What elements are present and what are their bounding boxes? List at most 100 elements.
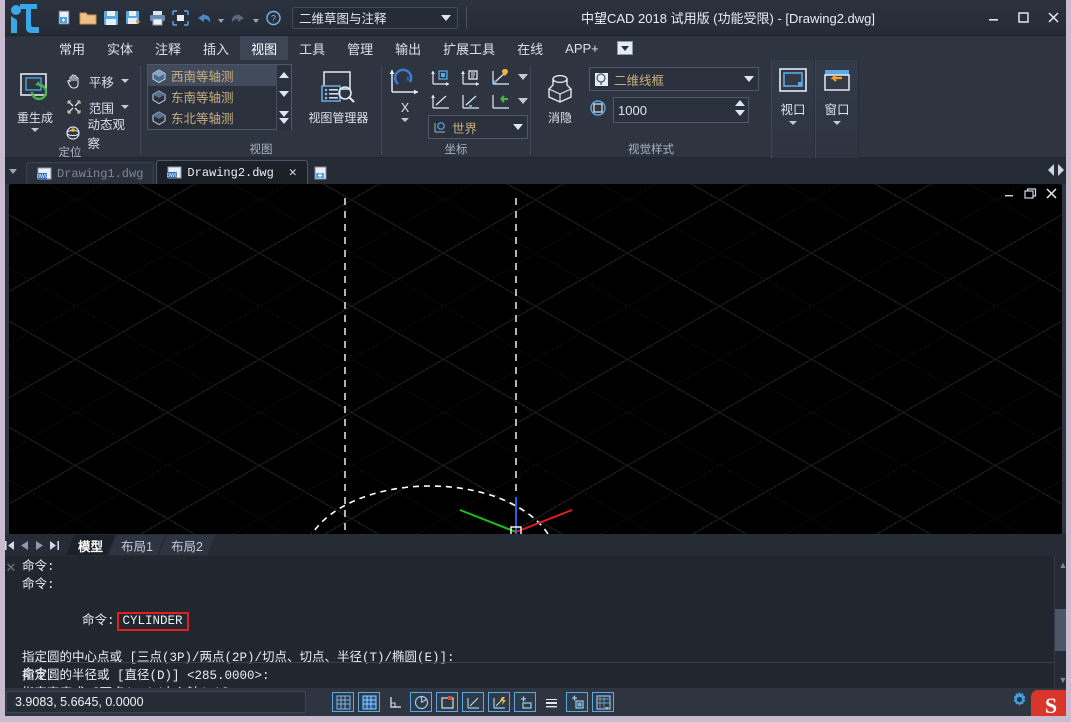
undo-icon[interactable] xyxy=(192,6,214,30)
scroll-end-icon[interactable] xyxy=(279,111,289,124)
regen-button[interactable]: 重生成 xyxy=(6,64,64,132)
extents-dropdown-icon[interactable] xyxy=(121,105,129,109)
pan-dropdown-icon[interactable] xyxy=(121,79,129,83)
command-input[interactable]: 命令: xyxy=(22,662,1054,688)
ducs-toggle[interactable] xyxy=(488,692,510,712)
drawing-minimize-button[interactable] xyxy=(1003,188,1016,203)
viewport-icon xyxy=(778,68,808,99)
save-icon[interactable] xyxy=(100,6,122,30)
ribbon-tab-common[interactable]: 常用 xyxy=(48,36,96,60)
spinner-arrows[interactable] xyxy=(735,100,745,116)
ucs-row2-dropdown-icon[interactable] xyxy=(518,98,528,104)
orbit-button[interactable]: 动态观察 xyxy=(64,121,134,145)
new-file-icon[interactable] xyxy=(54,6,76,30)
ucs-previous-icon[interactable] xyxy=(458,66,484,88)
ucs-apply-icon[interactable] xyxy=(488,90,514,112)
view-list-scrollbar[interactable] xyxy=(276,65,291,131)
print-icon[interactable] xyxy=(146,6,168,30)
pan-button[interactable]: 平移 xyxy=(64,69,134,93)
new-document-tab-icon[interactable] xyxy=(310,162,334,184)
status-toggle-group xyxy=(332,692,614,712)
document-tab-drawing2[interactable]: DWG Drawing2.dwg ✕ xyxy=(156,160,307,184)
view-preset-list[interactable]: 西南等轴测 东南等轴测 东北等轴测 xyxy=(147,64,292,130)
ribbon-tab-insert[interactable]: 插入 xyxy=(192,36,240,60)
ucs-world-icon[interactable] xyxy=(428,66,454,88)
document-tab-close-icon[interactable]: ✕ xyxy=(289,165,297,180)
drawing-restore-button[interactable] xyxy=(1024,188,1037,203)
osnap-toggle[interactable] xyxy=(436,692,458,712)
document-tab-drawing1[interactable]: DWG Drawing1.dwg xyxy=(26,162,154,184)
visual-style-combo[interactable]: 二维线框 xyxy=(589,67,759,91)
drawing-geometry xyxy=(9,184,1062,534)
save-as-icon[interactable] xyxy=(123,6,145,30)
viewport-button[interactable]: 视口 xyxy=(771,60,815,158)
scroll-up-icon[interactable] xyxy=(279,72,289,78)
drawing-close-button[interactable] xyxy=(1045,188,1058,203)
maximize-button[interactable] xyxy=(1009,4,1037,30)
otrack-toggle[interactable] xyxy=(462,692,484,712)
layout-tab-model[interactable]: 模型 xyxy=(66,535,115,555)
ribbon-tab-manage[interactable]: 管理 xyxy=(336,36,384,60)
spinner-up-icon[interactable] xyxy=(735,100,745,106)
ucs-row1-dropdown-icon[interactable] xyxy=(518,74,528,80)
model-space-toggle[interactable] xyxy=(592,692,614,712)
view-manager-button[interactable]: 视图管理器 xyxy=(302,64,375,126)
redo-icon[interactable] xyxy=(227,6,249,30)
drawing-canvas[interactable]: Z Y X xyxy=(9,184,1062,534)
ucs-axis-icon[interactable]: x xyxy=(388,66,422,101)
last-layout-icon[interactable] xyxy=(47,536,62,554)
window-dropdown-icon[interactable] xyxy=(833,121,841,125)
ortho-toggle[interactable] xyxy=(384,692,406,712)
ribbon-collapse-icon[interactable] xyxy=(614,36,636,60)
dwg-file-icon: DWG xyxy=(37,167,52,180)
ucs-named-icon[interactable] xyxy=(488,66,514,88)
extents-icon xyxy=(64,99,84,115)
layout-tab-layout1[interactable]: 布局1 xyxy=(109,535,165,555)
ribbon-tab-view[interactable]: 视图 xyxy=(240,36,288,60)
undo-dropdown-icon[interactable] xyxy=(215,6,226,30)
window-button[interactable]: 窗口 xyxy=(815,60,859,158)
regen-dropdown-icon[interactable] xyxy=(31,128,39,132)
help-icon[interactable]: ? xyxy=(262,6,284,30)
close-button[interactable] xyxy=(1039,4,1067,30)
document-tab-nav[interactable] xyxy=(1045,162,1067,178)
next-layout-icon[interactable] xyxy=(32,536,47,554)
isolines-spinner[interactable]: 1000 xyxy=(613,97,749,123)
spinner-down-icon[interactable] xyxy=(735,110,745,116)
ribbon-tab-app-plus[interactable]: APP+ xyxy=(554,36,610,60)
ribbon-tab-tools[interactable]: 工具 xyxy=(288,36,336,60)
ribbon-tab-annotate[interactable]: 注释 xyxy=(144,36,192,60)
dyn-toggle[interactable] xyxy=(514,692,536,712)
workspace-selector[interactable]: 二维草图与注释 xyxy=(292,7,458,29)
ribbon-tab-output[interactable]: 输出 xyxy=(384,36,432,60)
view-item-southwest-iso[interactable]: 西南等轴测 xyxy=(148,65,291,86)
redo-dropdown-icon[interactable] xyxy=(250,6,261,30)
scroll-down-icon[interactable] xyxy=(279,91,289,97)
ribbon-tab-online[interactable]: 在线 xyxy=(506,36,554,60)
ribbon-group-coords: x X xyxy=(382,60,530,158)
open-folder-icon[interactable] xyxy=(77,6,99,30)
iso-cube-icon xyxy=(152,111,166,125)
ribbon-tab-solid[interactable]: 实体 xyxy=(96,36,144,60)
hide-button[interactable]: 消隐 xyxy=(537,64,583,126)
prev-layout-icon[interactable] xyxy=(17,536,32,554)
plot-preview-icon[interactable] xyxy=(169,6,191,30)
command-history[interactable]: 命令: 命令: 命令:CYLINDER 指定圆的中心点或 [三点(3P)/两点(… xyxy=(22,556,1054,688)
ucs-object-icon[interactable] xyxy=(458,90,484,112)
ribbon-tab-express[interactable]: 扩展工具 xyxy=(432,36,506,60)
minimize-button[interactable] xyxy=(979,4,1007,30)
gear-icon[interactable] xyxy=(1011,691,1028,713)
lineweight-toggle[interactable] xyxy=(540,692,562,712)
view-item-southeast-iso[interactable]: 东南等轴测 xyxy=(148,86,291,107)
ucs-3point-icon[interactable] xyxy=(428,90,454,112)
viewport-dropdown-icon[interactable] xyxy=(789,121,797,125)
coordinate-display[interactable]: 3.9083, 5.6645, 0.0000 xyxy=(6,691,306,713)
view-item-northeast-iso[interactable]: 东北等轴测 xyxy=(148,107,291,128)
polar-toggle[interactable] xyxy=(410,692,432,712)
snap-toggle[interactable] xyxy=(332,692,354,712)
layout-tab-layout2[interactable]: 布局2 xyxy=(159,535,215,555)
ucs-combo[interactable]: 世界 xyxy=(428,115,528,139)
quickprops-toggle[interactable] xyxy=(566,692,588,712)
grid-toggle[interactable] xyxy=(358,692,380,712)
ucs-axis-dropdown-icon[interactable] xyxy=(401,118,409,122)
